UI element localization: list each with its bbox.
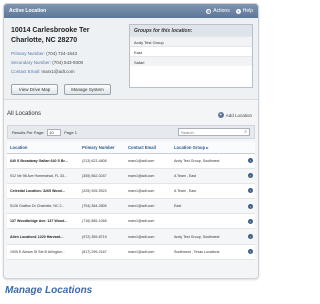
active-location-details: 10014 Carlesbrooke Ter Charlotte, NC 282… [4, 18, 258, 100]
cell-action: › [245, 228, 255, 245]
gear-icon: ⚙ [206, 8, 212, 14]
table-header-row: Location Primary Number Contact Email Lo… [7, 142, 255, 154]
cell-phone: (213) 623-4808 [79, 153, 125, 169]
actions-label: Actions [213, 8, 230, 14]
row-arrow-icon[interactable]: › [248, 188, 253, 194]
sort-arrow-icon: ▸ [206, 144, 209, 150]
help-icon: ? [235, 8, 241, 14]
row-arrow-icon[interactable]: › [248, 249, 253, 255]
contact-email-value: marx1@adt.com [41, 69, 75, 74]
table-row[interactable]: 1905 E Abram St Ste B Arlington... (817)… [7, 244, 255, 260]
contact-email: Contact Email: marx1@adt.com [11, 69, 75, 74]
active-location-header: Active Location ⚙ Actions ? Help [4, 4, 258, 18]
group-item: East [130, 46, 252, 56]
column-header-contact-email[interactable]: Contact Email [125, 142, 171, 154]
all-locations-title: All Locations [7, 111, 42, 117]
table-toolbar: Results Per Page: 10 Page 1 Search ⌕ [7, 125, 255, 139]
row-arrow-icon[interactable]: › [248, 234, 253, 240]
actions-menu[interactable]: ⚙ Actions [206, 8, 230, 14]
table-row[interactable]: 5126 Grafton Dr Charlotte, NC 2... (704)… [7, 198, 255, 215]
row-arrow-icon[interactable]: › [248, 158, 253, 164]
cell-location: Allen Location1 1220 Harvard... [7, 228, 79, 245]
cell-group [171, 213, 245, 230]
table-row[interactable]: 137 Woodbridge Ave: 137 Wood... (716) 88… [7, 213, 255, 230]
cell-email: marx1@adt.com [125, 183, 171, 200]
cell-phone: (817) 299-2167 [79, 244, 125, 260]
address-line-1: 10014 Carlesbrooke Ter [11, 27, 90, 34]
column-header-primary-number[interactable]: Primary Number [79, 142, 125, 154]
row-arrow-icon[interactable]: › [248, 218, 253, 224]
cell-email: marx1@adt.com [125, 168, 171, 184]
secondary-number-label: Secondary Number: [11, 60, 52, 65]
search-icon: ⌕ [244, 129, 247, 135]
location-groups-box: Groups for this location: Andy Test Grou… [129, 24, 253, 88]
results-per-page-select[interactable]: 10 [47, 128, 62, 136]
cell-email: marx1@adt.com [125, 228, 171, 245]
cell-action: › [245, 244, 255, 260]
results-per-page-label: Results Per Page: [12, 129, 45, 135]
cell-action: › [245, 168, 255, 184]
primary-number: Primary Number: (704) 724-1643 [11, 51, 77, 56]
primary-number-label: Primary Number: [11, 51, 46, 56]
manage-system-button[interactable]: Manage System [64, 84, 111, 95]
cell-phone: (716) 885-1068 [79, 213, 125, 230]
cell-location: 137 Woodbridge Ave: 137 Wood... [7, 213, 79, 230]
contact-email-label: Contact Email: [11, 69, 41, 74]
add-location-label: Add Location [225, 112, 252, 118]
table-row[interactable]: 640 S Broadway Gallan 640 S Br... (213) … [7, 153, 255, 169]
groups-title: Groups for this location: [130, 25, 252, 36]
cell-action: › [245, 198, 255, 215]
cell-group: East [171, 198, 245, 215]
cell-email: marx1@adt.com [125, 198, 171, 215]
active-location-title: Active Location [9, 8, 47, 14]
primary-number-value: (704) 724-1643 [46, 51, 78, 56]
address-line-2: Charlotte, NC 28270 [11, 37, 78, 44]
caption: Manage Locations [5, 285, 93, 296]
cell-action: › [245, 183, 255, 200]
cell-action: › [245, 153, 255, 169]
cell-action: › [245, 213, 255, 230]
group-item: Andy Test Group [130, 36, 252, 46]
location-group-header-label: Location Group [174, 144, 206, 150]
cell-group: Andy Test Group, Southwest [171, 153, 245, 169]
cell-phone: (704) 364-2805 [79, 198, 125, 215]
column-header-location[interactable]: Location [7, 142, 79, 154]
secondary-number: Secondary Number: (704) 543-9300 [11, 60, 83, 65]
cell-location: 640 S Broadway Gallan 640 S Br... [7, 153, 79, 169]
cell-location: 1905 E Abram St Ste B Arlington... [7, 244, 79, 260]
plus-icon: + [217, 112, 224, 118]
row-arrow-icon[interactable]: › [248, 203, 253, 209]
cell-phone: (972) 359-8719 [79, 228, 125, 245]
cell-group: Southwest , Texas Locations [171, 244, 245, 260]
help-label: Help [242, 8, 253, 14]
table-row[interactable]: 912 Ne 98 Ave Homestead, FL 33... (305) … [7, 168, 255, 184]
cell-phone: (305) 562-0247 [79, 168, 125, 184]
cell-phone: (225) 925-5923 [79, 183, 125, 200]
search-placeholder: Search [181, 130, 194, 135]
view-drive-map-button[interactable]: View Drive Map [11, 84, 58, 95]
locations-table: Location Primary Number Contact Email Lo… [7, 142, 255, 260]
locations-panel: Active Location ⚙ Actions ? Help 10014 C… [3, 3, 259, 279]
row-arrow-icon[interactable]: › [248, 173, 253, 179]
cell-group: A Team , East [171, 168, 245, 184]
cell-email: marx1@adt.com [125, 213, 171, 230]
search-input[interactable]: Search ⌕ [178, 128, 250, 136]
help-link[interactable]: ? Help [235, 8, 253, 14]
secondary-number-value: (704) 543-9300 [52, 60, 84, 65]
add-location-button[interactable]: + Add Location [217, 112, 252, 118]
column-header-location-group[interactable]: Location Group ▸ [171, 142, 245, 154]
column-header-action [245, 142, 255, 154]
cell-group: Andy Test Group, Southwest [171, 228, 245, 245]
page-indicator: Page 1 [64, 129, 77, 135]
cell-group: A Team , East [171, 183, 245, 200]
table-row[interactable]: Allen Location1 1220 Harvard... (972) 35… [7, 228, 255, 245]
cell-location: 912 Ne 98 Ave Homestead, FL 33... [7, 168, 79, 184]
group-item: Safari [130, 56, 252, 66]
table-row[interactable]: Celestial Location: 3265 Wood... (225) 9… [7, 183, 255, 200]
cell-email: marx1@adt.com [125, 153, 171, 169]
cell-email: marx1@adt.com [125, 244, 171, 260]
cell-location: 5126 Grafton Dr Charlotte, NC 2... [7, 198, 79, 215]
cell-location: Celestial Location: 3265 Wood... [7, 183, 79, 200]
